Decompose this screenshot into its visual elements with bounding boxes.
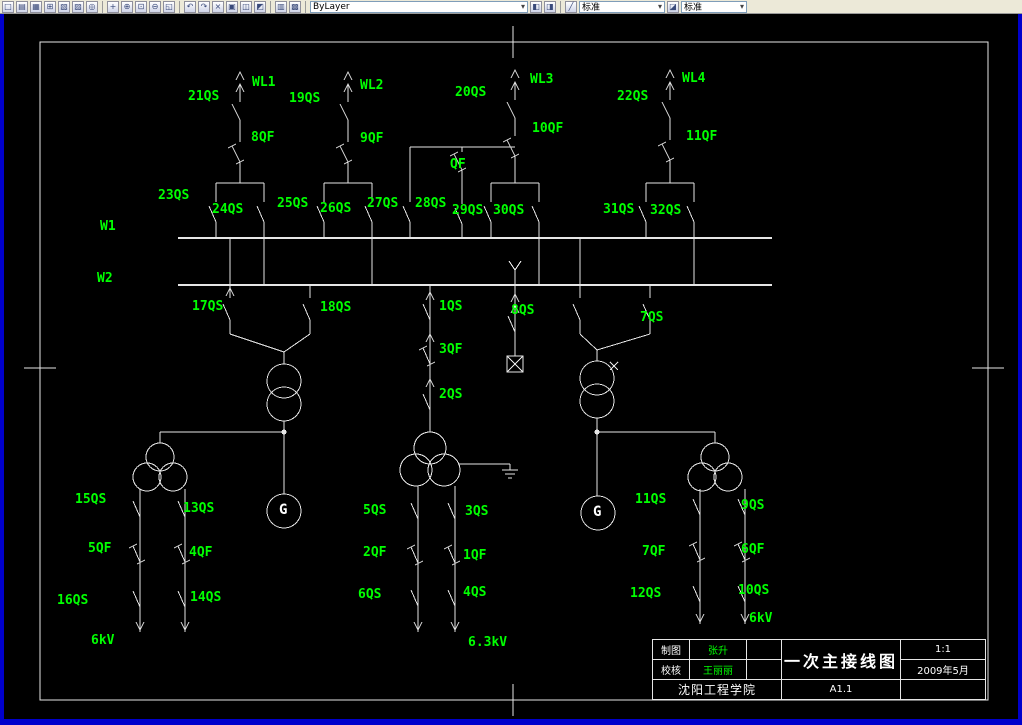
redo-icon[interactable]: ↷ — [198, 0, 210, 13]
zoom-realtime-icon[interactable]: ⊕ — [121, 0, 133, 13]
text-style-dropdown-label: 标准 — [582, 3, 601, 13]
dim-style-dropdown-label: 标准 — [684, 3, 703, 13]
chevron-down-icon: ▾ — [657, 2, 662, 11]
toolbar-separator — [270, 0, 271, 13]
pan-realtime-icon[interactable]: + — [107, 0, 119, 13]
paste-icon[interactable]: ◫ — [240, 0, 252, 13]
linetype-dropdown[interactable]: ByLayer ▾ — [310, 0, 528, 13]
text-style-dropdown[interactable]: 标准 ▾ — [579, 0, 665, 13]
make-block-icon[interactable]: ◧ — [530, 0, 542, 13]
spell-check-icon[interactable]: ▨ — [72, 0, 84, 13]
new-file-icon[interactable]: □ — [2, 0, 14, 13]
print-preview-icon[interactable]: ▧ — [58, 0, 70, 13]
sketch-icon[interactable]: ╱ — [565, 0, 577, 13]
find-icon[interactable]: ◎ — [86, 0, 98, 13]
linetype-dropdown-label: ByLayer — [313, 1, 350, 12]
layer-properties-icon[interactable]: ▩ — [289, 0, 301, 13]
toolbar-separator — [305, 0, 306, 13]
chevron-down-icon: ▾ — [520, 2, 525, 11]
insert-block-icon[interactable]: ◨ — [544, 0, 556, 13]
cut-icon[interactable]: × — [212, 0, 224, 13]
undo-icon[interactable]: ↶ — [184, 0, 196, 13]
toolbar-separator — [102, 0, 103, 13]
copy-icon[interactable]: ▣ — [226, 0, 238, 13]
toolbar-separator — [560, 0, 561, 13]
open-file-icon[interactable]: ▤ — [16, 0, 28, 13]
zoom-extents-icon[interactable]: ◱ — [163, 0, 175, 13]
cad-drawing-canvas[interactable] — [4, 14, 1018, 719]
dim-style-dropdown[interactable]: 标准 ▾ — [681, 0, 747, 13]
print-icon[interactable]: ⊞ — [44, 0, 56, 13]
zoom-previous-icon[interactable]: ⊖ — [149, 0, 161, 13]
match-properties-icon[interactable]: ◩ — [254, 0, 266, 13]
toolbar-separator — [179, 0, 180, 13]
dimension-style-icon[interactable]: ◪ — [667, 0, 679, 13]
zoom-window-icon[interactable]: ⊡ — [135, 0, 147, 13]
chevron-down-icon: ▾ — [739, 2, 744, 11]
save-icon[interactable]: ▦ — [30, 0, 42, 13]
toolbar: □ ▤ ▦ ⊞ ▧ ▨ ◎ + ⊕ ⊡ ⊖ ◱ ↶ ↷ × ▣ ◫ ◩ ▥ ▩ ByLayer ▾ ◧ ◨ ╱ 标准 ▾ ◪ 标准 ▾ — [0, 0, 1022, 14]
layers-icon[interactable]: ▥ — [275, 0, 287, 13]
